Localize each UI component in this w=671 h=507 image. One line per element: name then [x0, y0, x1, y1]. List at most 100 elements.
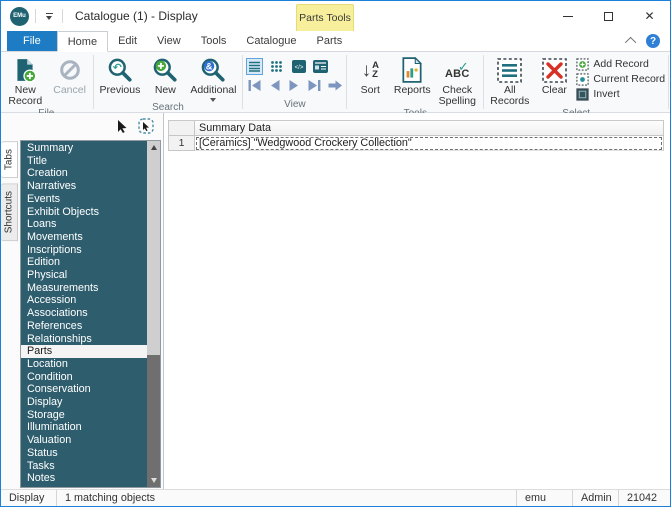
- sidebar-item-physical[interactable]: Physical: [21, 269, 147, 282]
- new-search-button[interactable]: New: [145, 54, 185, 96]
- row-number[interactable]: 1: [169, 136, 195, 151]
- pointer-cursor-icon: [116, 119, 129, 133]
- tab-home[interactable]: Home: [57, 31, 108, 52]
- sidebar-item-movements[interactable]: Movements: [21, 231, 147, 244]
- summary-data-cell[interactable]: [Ceramics] "Wedgwood Crockery Collection…: [195, 136, 663, 151]
- sidebar-item-illumination[interactable]: Illumination: [21, 421, 147, 434]
- additional-search-label: Additional: [190, 85, 236, 96]
- pointer-tool-button[interactable]: [113, 117, 131, 135]
- sidebar-item-title[interactable]: Title: [21, 155, 147, 168]
- record-list-area: Summary Data 1 [Ceramics] "Wedgwood Croc…: [164, 113, 670, 489]
- sidebar-item-references[interactable]: References: [21, 320, 147, 333]
- sidebar-item-location[interactable]: Location: [21, 358, 147, 371]
- sidebar-item-summary[interactable]: Summary: [21, 142, 147, 155]
- sidebar-item-inscriptions[interactable]: Inscriptions: [21, 244, 147, 257]
- previous-search-icon: ↶: [107, 56, 133, 84]
- first-record-button[interactable]: [246, 78, 263, 92]
- additional-search-button[interactable]: & Additional: [187, 54, 239, 102]
- sidebar-item-creation[interactable]: Creation: [21, 167, 147, 180]
- emu-logo-icon[interactable]: EMu: [10, 7, 29, 26]
- title-bar: EMu Catalogue (1) - Display Parts Tools …: [1, 1, 670, 31]
- previous-record-icon: [268, 79, 281, 92]
- scrollbar-track[interactable]: [147, 355, 160, 474]
- grid-view-button[interactable]: [268, 58, 285, 75]
- add-record-button[interactable]: Add Record: [576, 57, 665, 71]
- close-button[interactable]: ✕: [629, 1, 670, 31]
- sidebar-scrollbar[interactable]: [147, 141, 160, 487]
- sort-button[interactable]: ↓ AZ Sort: [350, 54, 390, 96]
- reports-button[interactable]: Reports: [392, 54, 432, 96]
- tab-file[interactable]: File: [7, 31, 57, 51]
- grid-view-icon: [270, 60, 283, 73]
- check-spelling-button[interactable]: ✓ ABC Check Spelling: [434, 54, 480, 108]
- titlebar-separator: [35, 9, 36, 23]
- cancel-button[interactable]: Cancel: [50, 54, 90, 96]
- sidebar-item-relationships[interactable]: Relationships: [21, 333, 147, 346]
- code-view-button[interactable]: </>: [290, 58, 307, 75]
- sidebar-item-notes[interactable]: Notes: [21, 472, 147, 485]
- status-bar: Display 1 matching objects emu Admin 210…: [1, 489, 670, 506]
- sidebar-item-loans[interactable]: Loans: [21, 218, 147, 231]
- sidebar-item-condition[interactable]: Condition: [21, 371, 147, 384]
- sidebar-item-storage[interactable]: Storage: [21, 409, 147, 422]
- sidebar-item-exhibit-objects[interactable]: Exhibit Objects: [21, 206, 147, 219]
- ribbon-group-file-body: New Record Cancel: [3, 54, 90, 108]
- new-record-button[interactable]: New Record: [3, 54, 48, 108]
- goto-record-button[interactable]: [326, 78, 343, 92]
- panel-toolbar: [1, 113, 163, 139]
- invert-selection-button[interactable]: Invert: [576, 87, 665, 101]
- vertical-tab-tabs[interactable]: Tabs: [1, 141, 18, 178]
- sidebar-item-parts[interactable]: Parts: [21, 345, 147, 358]
- clear-selection-button[interactable]: Clear: [534, 54, 574, 96]
- all-records-button[interactable]: All Records: [487, 54, 532, 108]
- sidebar-item-edition[interactable]: Edition: [21, 256, 147, 269]
- tab-tools[interactable]: Tools: [191, 31, 237, 51]
- sidebar-item-tasks[interactable]: Tasks: [21, 460, 147, 473]
- vertical-tab-shortcuts[interactable]: Shortcuts: [1, 183, 18, 241]
- sidebar-item-associations[interactable]: Associations: [21, 307, 147, 320]
- help-icon[interactable]: ?: [646, 34, 660, 48]
- ribbon-group-search-body: ↶ Previous New: [96, 54, 239, 102]
- sidebar-item-accession[interactable]: Accession: [21, 294, 147, 307]
- view-mode-row: </>: [246, 58, 343, 75]
- sidebar-item-display[interactable]: Display: [21, 396, 147, 409]
- summary-data-column-header[interactable]: Summary Data: [195, 121, 663, 136]
- table-row[interactable]: 1 [Ceramics] "Wedgwood Crockery Collecti…: [169, 136, 663, 151]
- form-view-button[interactable]: [312, 58, 329, 75]
- svg-text:&: &: [206, 61, 213, 71]
- tab-view[interactable]: View: [147, 31, 191, 51]
- sidebar-item-status[interactable]: Status: [21, 447, 147, 460]
- list-view-button[interactable]: [246, 58, 263, 75]
- record-grid: Summary Data 1 [Ceramics] "Wedgwood Croc…: [168, 120, 664, 151]
- scroll-up-button[interactable]: [147, 141, 160, 154]
- select-tool-button[interactable]: [137, 117, 155, 135]
- current-record-button[interactable]: Current Record: [576, 72, 665, 86]
- sort-arrow: ↓: [362, 61, 372, 80]
- next-record-button[interactable]: [286, 78, 303, 92]
- quick-access-dropdown-icon[interactable]: [42, 8, 56, 24]
- sidebar-item-valuation[interactable]: Valuation: [21, 434, 147, 447]
- sort-icon: ↓ AZ: [362, 56, 379, 84]
- scroll-down-button[interactable]: [147, 474, 160, 487]
- sidebar-item-narratives[interactable]: Narratives: [21, 180, 147, 193]
- previous-record-button[interactable]: [266, 78, 283, 92]
- tab-catalogue[interactable]: Catalogue: [236, 31, 306, 51]
- last-record-button[interactable]: [306, 78, 323, 92]
- next-record-icon: [288, 79, 301, 92]
- sidebar-item-measurements[interactable]: Measurements: [21, 282, 147, 295]
- navigation-panel: Tabs Shortcuts SummaryTitleCreationNarrat…: [1, 113, 164, 489]
- maximize-button[interactable]: [588, 1, 629, 31]
- sidebar-item-events[interactable]: Events: [21, 193, 147, 206]
- sidebar-list: SummaryTitleCreationNarrativesEventsExhi…: [21, 141, 147, 487]
- sidebar-item-conservation[interactable]: Conservation: [21, 383, 147, 396]
- tab-edit[interactable]: Edit: [108, 31, 147, 51]
- cancel-icon: [58, 56, 82, 84]
- previous-search-button[interactable]: ↶ Previous: [96, 54, 143, 96]
- new-record-icon: [12, 56, 38, 84]
- add-record-icon: [576, 58, 589, 71]
- collapse-ribbon-icon[interactable]: [625, 37, 636, 48]
- scrollbar-thumb[interactable]: [147, 154, 160, 355]
- tab-parts[interactable]: Parts: [307, 31, 353, 51]
- sidebar-list-container: SummaryTitleCreationNarrativesEventsExhi…: [20, 140, 161, 488]
- minimize-button[interactable]: [547, 1, 588, 31]
